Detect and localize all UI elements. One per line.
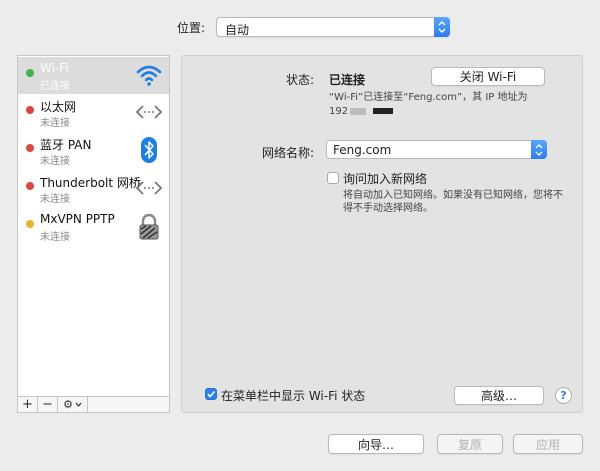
service-status: 未连接 xyxy=(40,118,70,129)
ethernet-arrows-icon xyxy=(135,105,163,119)
add-service-button[interactable]: + xyxy=(18,397,38,412)
status-dot xyxy=(26,182,34,190)
status-dot xyxy=(26,144,34,152)
help-button[interactable]: ? xyxy=(555,387,572,404)
service-item-ethernet[interactable]: 以太网 未连接 xyxy=(18,94,169,131)
service-item-vpn[interactable]: MxVPN PPTP 未连接 xyxy=(18,208,169,245)
ask-join-description: 得不手动选择网络。 xyxy=(343,203,433,214)
service-name: 蓝牙 PAN xyxy=(40,138,92,152)
service-name: 以太网 xyxy=(40,100,77,114)
bluetooth-icon xyxy=(141,137,157,163)
service-list: Wi-Fi 已连接 以太网 未连接 蓝牙 PAN 未连接 Thunderbolt… xyxy=(17,55,170,397)
service-status: 未连接 xyxy=(40,232,70,243)
ip-redaction xyxy=(373,108,393,114)
ask-join-description: 将自动加入已知网络。如果没有已知网络，您将不 xyxy=(343,190,563,201)
ask-join-label: 询问加入新网络 xyxy=(343,172,428,186)
location-select[interactable]: 自动 xyxy=(216,17,450,37)
ip-redaction xyxy=(350,108,366,115)
status-dot xyxy=(26,106,34,114)
assist-button[interactable]: 向导… xyxy=(328,434,424,454)
service-status: 已连接 xyxy=(40,81,70,92)
turn-off-wifi-button[interactable]: 关闭 Wi-Fi xyxy=(431,67,545,86)
network-name-label: 网络名称: xyxy=(262,146,315,160)
lock-icon xyxy=(139,213,159,240)
service-list-toolbar: + − ⚙ xyxy=(17,397,170,413)
service-item-bluetooth-pan[interactable]: 蓝牙 PAN 未连接 xyxy=(18,132,169,169)
select-stepper-icon xyxy=(434,17,450,37)
advanced-button[interactable]: 高级… xyxy=(454,386,544,405)
ask-join-checkbox[interactable] xyxy=(327,172,339,184)
status-value: 已连接 xyxy=(329,73,366,87)
status-label: 状态: xyxy=(286,73,315,87)
location-value: 自动 xyxy=(225,23,250,37)
ip-address-prefix: 192 xyxy=(329,106,349,117)
wifi-icon xyxy=(136,65,162,86)
revert-button[interactable]: 复原 xyxy=(437,434,503,454)
service-status: 未连接 xyxy=(40,156,70,167)
gear-icon: ⚙ xyxy=(63,398,73,411)
select-stepper-icon xyxy=(531,140,547,159)
service-name: Wi-Fi xyxy=(40,61,69,75)
chevron-down-icon xyxy=(75,402,82,407)
status-description: “Wi-Fi”已连接至“Feng.com”，其 IP 地址为 xyxy=(329,92,528,103)
apply-button[interactable]: 应用 xyxy=(513,434,583,454)
service-item-wifi[interactable]: Wi-Fi 已连接 xyxy=(18,57,169,94)
service-status: 未连接 xyxy=(40,194,70,205)
ethernet-arrows-icon xyxy=(135,181,163,195)
status-dot xyxy=(26,69,34,77)
show-menubar-label: 在菜单栏中显示 Wi-Fi 状态 xyxy=(221,389,366,403)
location-label: 位置: xyxy=(177,21,206,35)
checkmark-icon xyxy=(207,390,216,398)
remove-service-button[interactable]: − xyxy=(38,397,58,412)
status-dot xyxy=(26,220,34,228)
show-menubar-checkbox[interactable] xyxy=(205,388,217,400)
gear-menu-button[interactable]: ⚙ xyxy=(58,397,88,412)
service-name: Thunderbolt 网桥 xyxy=(40,176,141,190)
service-name: MxVPN PPTP xyxy=(40,212,115,226)
network-name-value: Feng.com xyxy=(333,143,392,157)
network-name-select[interactable]: Feng.com xyxy=(326,140,547,159)
service-item-thunderbolt-bridge[interactable]: Thunderbolt 网桥 未连接 xyxy=(18,170,169,207)
